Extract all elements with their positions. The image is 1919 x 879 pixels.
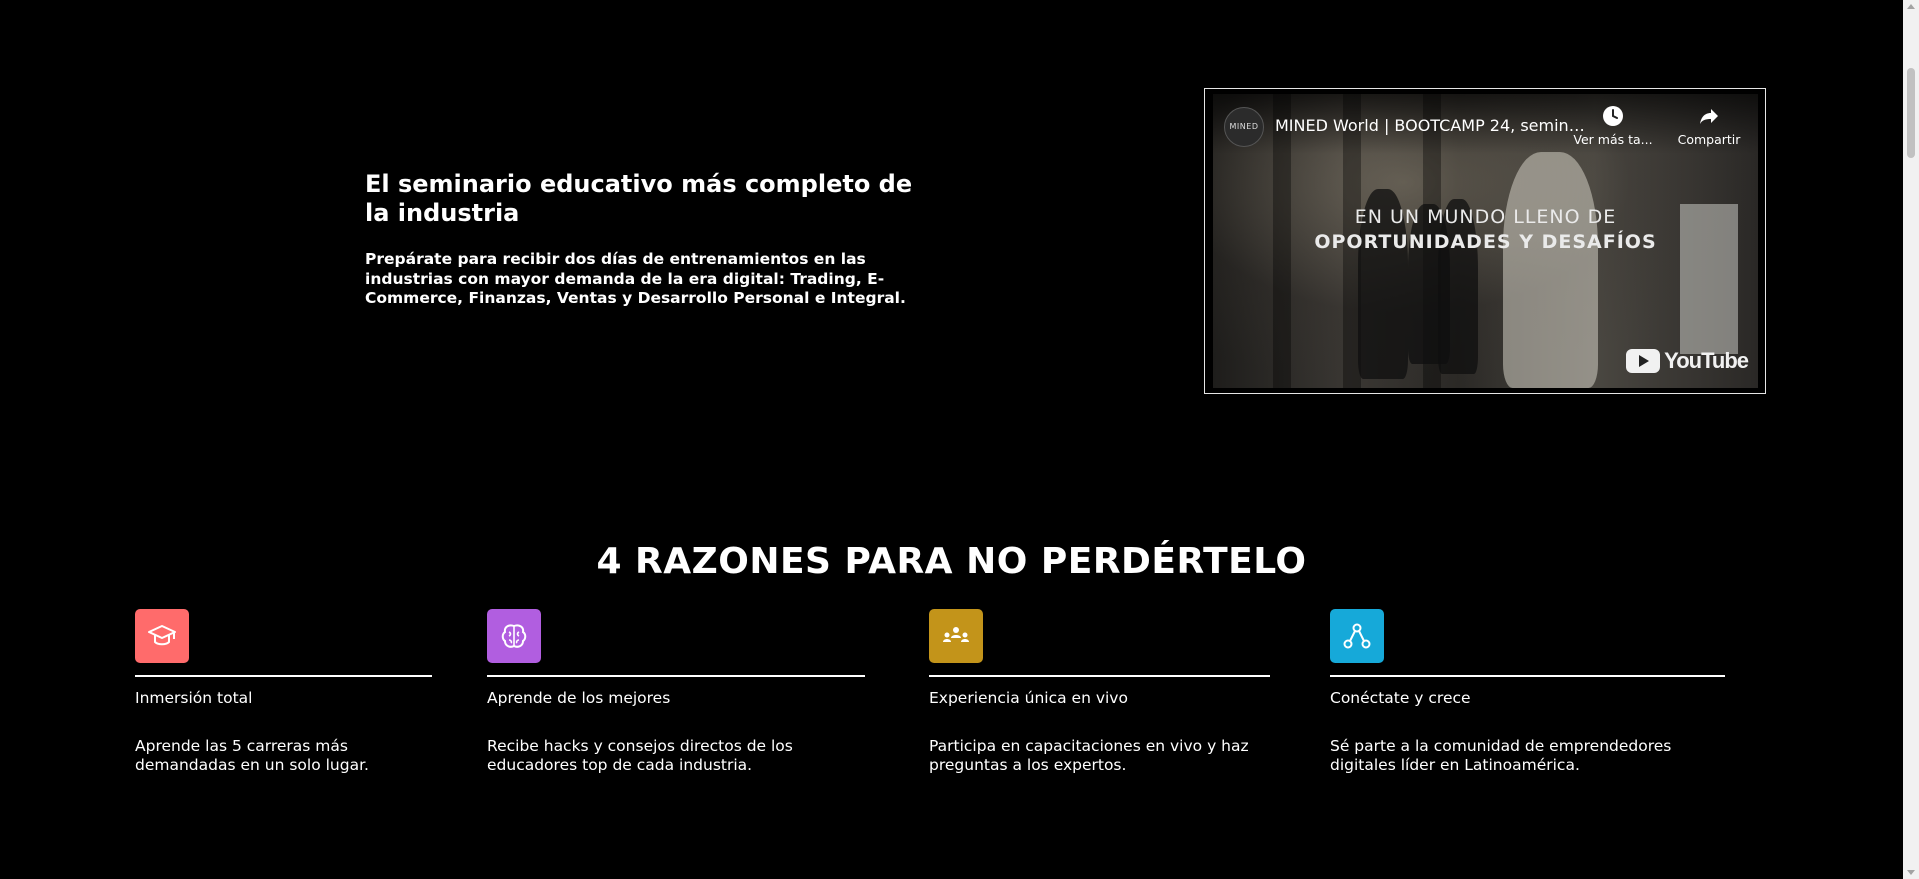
reason-divider bbox=[487, 675, 865, 677]
video-caption-line2: OPORTUNIDADES Y DESAFÍOS bbox=[1314, 231, 1657, 253]
hero-title: El seminario educativo más completo de l… bbox=[365, 170, 913, 227]
clock-icon bbox=[1603, 106, 1623, 126]
video-title[interactable]: MINED World | BOOTCAMP 24, seminario edu… bbox=[1275, 116, 1585, 135]
reason-description: Recibe hacks y consejos directos de los … bbox=[487, 737, 793, 774]
reason-icon-box bbox=[135, 609, 189, 663]
audience-icon bbox=[943, 627, 969, 642]
reason-title: Conéctate y crece bbox=[1330, 689, 1471, 707]
reason-card-immersion: Inmersión total Aprende las 5 carreras m… bbox=[135, 609, 432, 775]
reason-description: Sé parte a la comunidad de emprendedores… bbox=[1330, 737, 1672, 774]
reason-divider bbox=[135, 675, 432, 677]
reason-card-best: Aprende de los mejores Recibe hacks y co… bbox=[487, 609, 865, 775]
video-caption-line1: EN UN MUNDO LLENO DE bbox=[1354, 206, 1617, 228]
scroll-down-arrow-icon[interactable] bbox=[1907, 870, 1915, 875]
reason-icon-box bbox=[1330, 609, 1384, 663]
page: El seminario educativo más completo de l… bbox=[0, 0, 1919, 879]
channel-avatar[interactable]: MINED bbox=[1224, 107, 1264, 147]
reason-title: Aprende de los mejores bbox=[487, 689, 671, 707]
watch-later-button[interactable]: Ver más ta... bbox=[1573, 104, 1653, 147]
scroll-up-arrow-icon[interactable] bbox=[1907, 4, 1915, 9]
reason-divider bbox=[929, 675, 1270, 677]
reason-title: Inmersión total bbox=[135, 689, 253, 707]
youtube-wordmark: YouTube bbox=[1664, 348, 1749, 373]
graduation-cap-icon bbox=[148, 625, 176, 646]
page-scrollbar[interactable] bbox=[1903, 0, 1919, 879]
share-arrow-icon bbox=[1700, 109, 1718, 124]
reason-icon-box bbox=[487, 609, 541, 663]
reason-icon-box bbox=[929, 609, 983, 663]
reason-description: Participa en capacitaciones en vivo y ha… bbox=[929, 737, 1249, 774]
network-icon bbox=[1343, 623, 1371, 649]
reason-description: Aprende las 5 carreras más demandadas en… bbox=[135, 737, 369, 774]
reason-card-live: Experiencia única en vivo Participa en c… bbox=[929, 609, 1270, 775]
video-figure bbox=[1503, 152, 1598, 388]
watch-later-label: Ver más ta... bbox=[1573, 132, 1653, 147]
hero-description: Prepárate para recibir dos días de entre… bbox=[365, 250, 906, 307]
youtube-logo[interactable]: YouTube bbox=[1626, 348, 1749, 374]
share-label: Compartir bbox=[1677, 132, 1741, 147]
reasons-heading: 4 RAZONES PARA NO PERDÉRTELO bbox=[596, 541, 1307, 582]
reason-divider bbox=[1330, 675, 1725, 677]
share-button[interactable]: Compartir bbox=[1669, 104, 1749, 147]
video-embed[interactable]: MINED MINED World | BOOTCAMP 24, seminar… bbox=[1204, 88, 1766, 394]
video-player[interactable]: MINED MINED World | BOOTCAMP 24, seminar… bbox=[1213, 94, 1758, 388]
reason-title: Experiencia única en vivo bbox=[929, 689, 1128, 707]
youtube-play-icon bbox=[1626, 349, 1661, 373]
hero-section: El seminario educativo más completo de l… bbox=[365, 170, 925, 309]
scrollbar-thumb[interactable] bbox=[1907, 68, 1915, 158]
reason-card-connect: Conéctate y crece Sé parte a la comunida… bbox=[1330, 609, 1725, 775]
brain-icon bbox=[501, 624, 527, 648]
